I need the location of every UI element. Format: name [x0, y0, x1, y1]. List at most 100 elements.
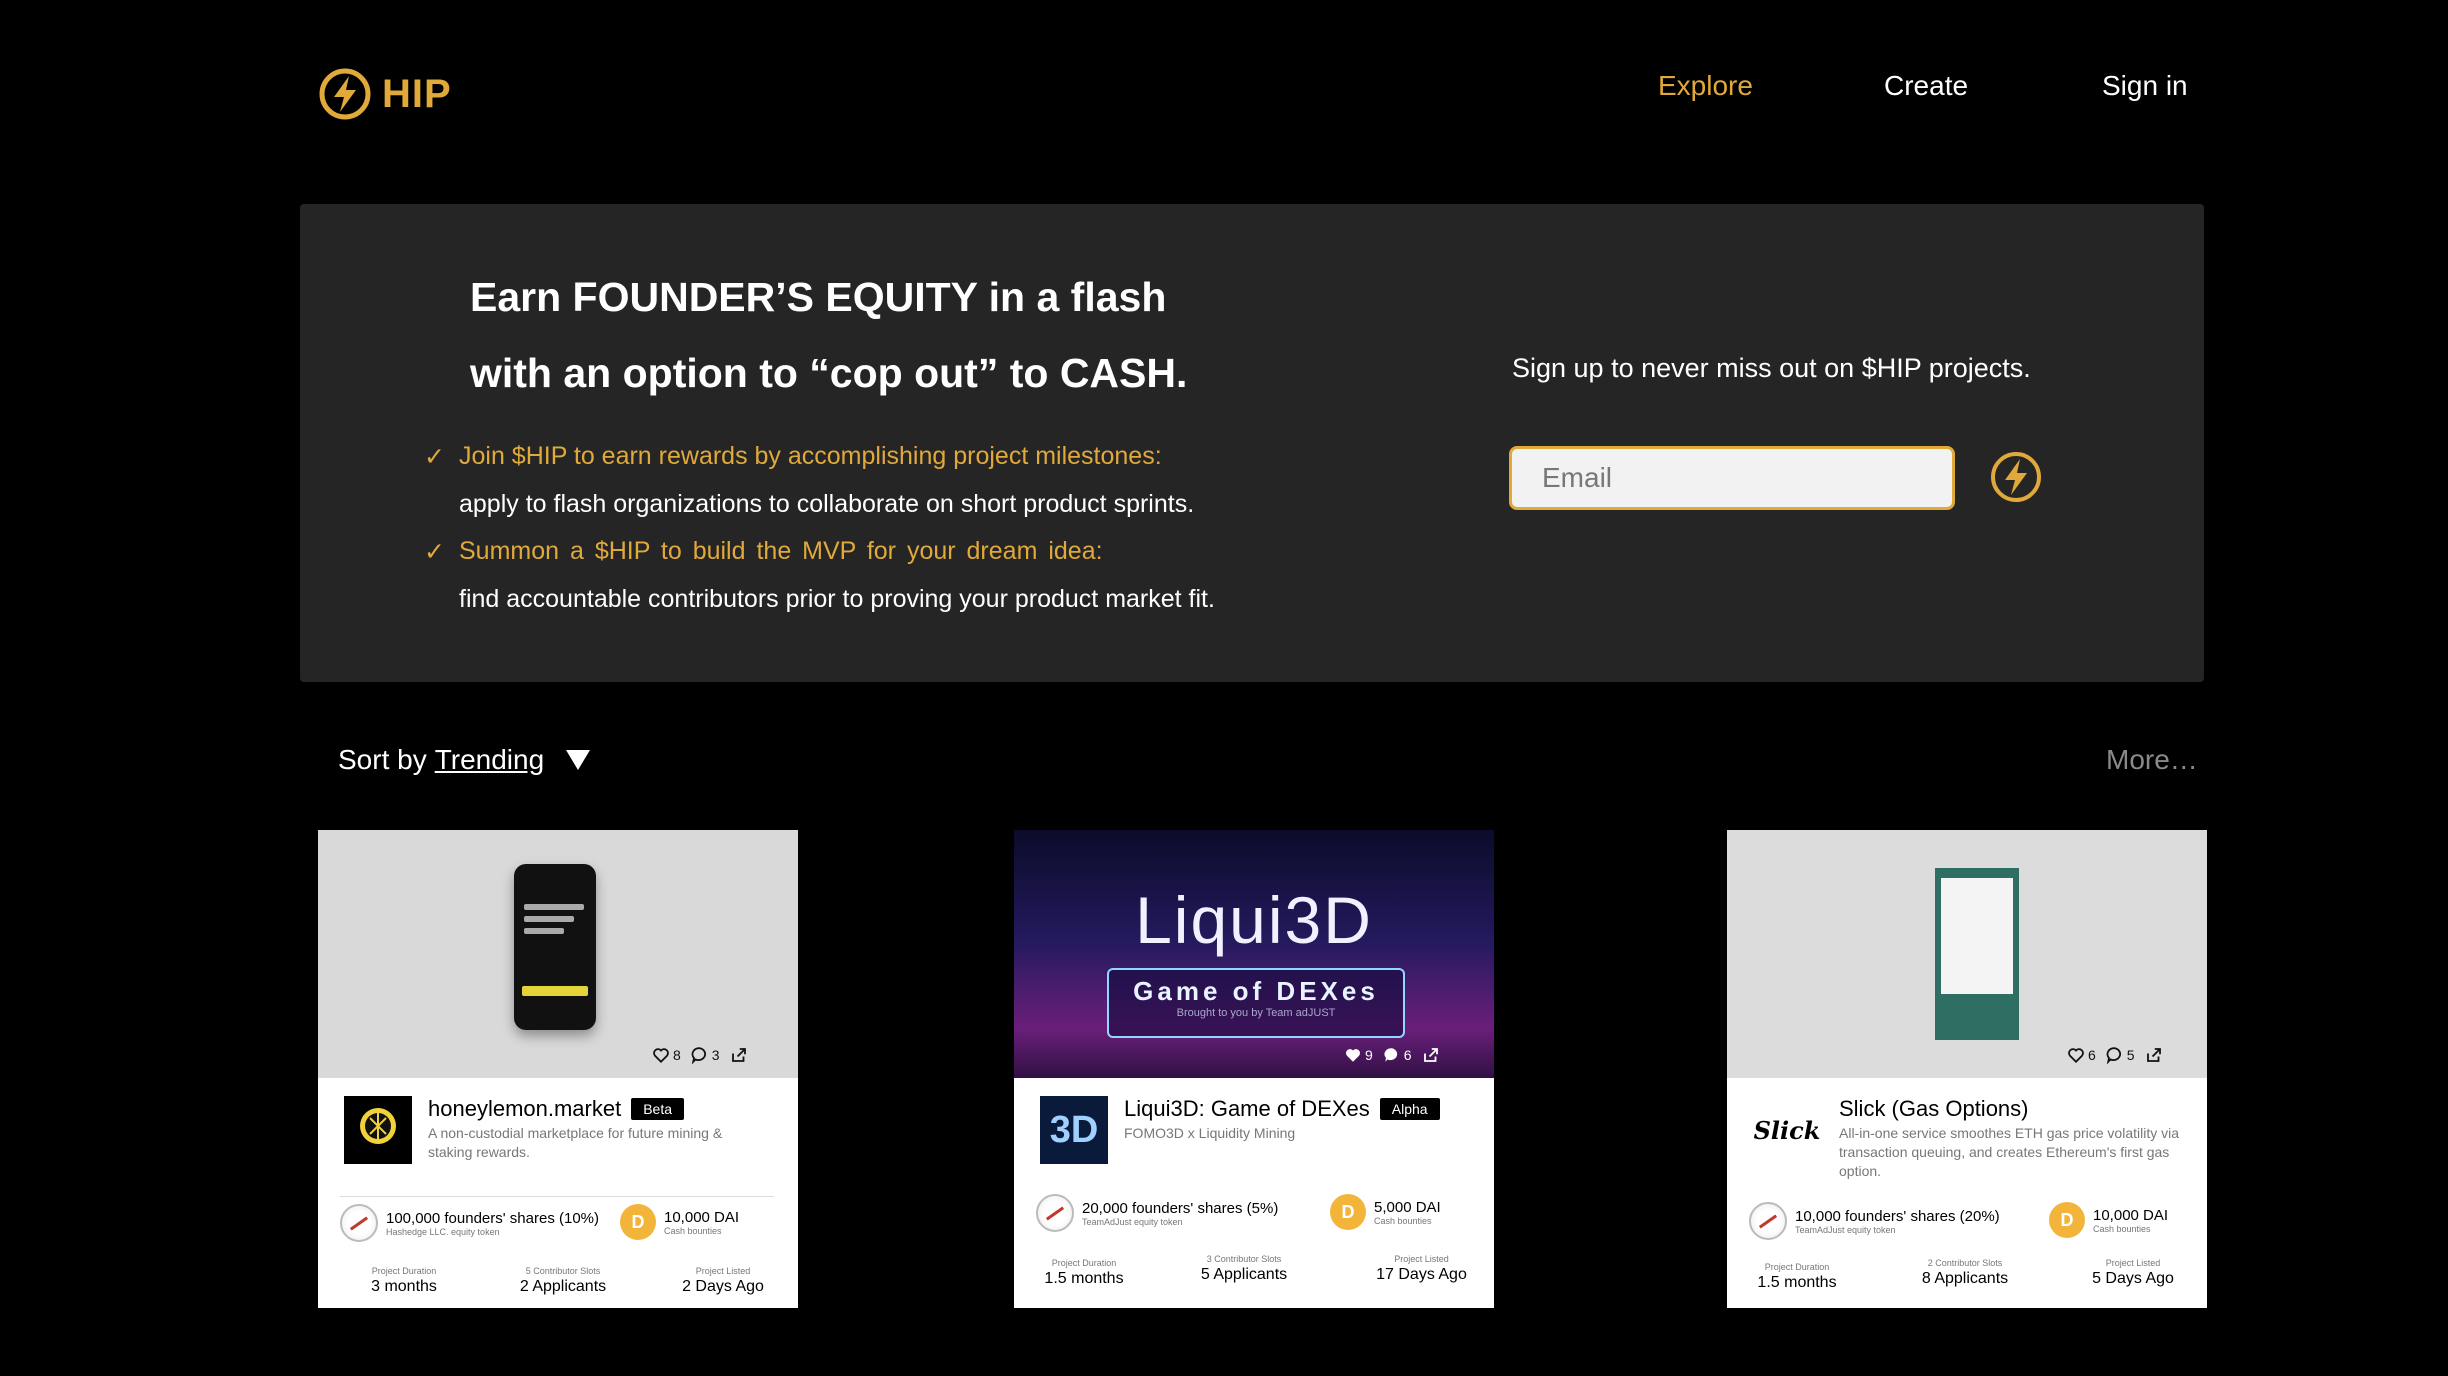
comment-count: 5 [2126, 1047, 2135, 1063]
project-description: FOMO3D x Liquidity Mining [1124, 1125, 1296, 1141]
nav-create[interactable]: Create [1884, 70, 1968, 102]
bullet-desc-summon: find accountable contributors prior to p… [459, 585, 1215, 613]
project-card[interactable]: 6 5 Slick Slick (Gas Options) All-in-one… [1727, 830, 2207, 1308]
comment-button[interactable]: 3 [691, 1046, 720, 1064]
project-avatar: 3D [1040, 1096, 1108, 1164]
share-button[interactable] [1422, 1046, 1440, 1064]
comment-button[interactable]: 5 [2106, 1046, 2135, 1064]
equity-reward: 100,000 founders' shares (10%) Hashedge … [340, 1204, 599, 1242]
slots-label: 5 Contributor Slots [525, 1266, 601, 1276]
shares-sub: TeamAdJust equity token [1082, 1216, 1183, 1227]
cash-sub: Cash bounties [664, 1225, 722, 1236]
project-avatar: Slick [1753, 1096, 1821, 1164]
nav-sign-in[interactable]: Sign in [2102, 70, 2188, 102]
share-button[interactable] [730, 1046, 748, 1064]
project-listed: Project Listed 5 Days Ago [2067, 1258, 2199, 1288]
share-button[interactable] [2145, 1046, 2163, 1064]
equity-coin-icon [1749, 1202, 1787, 1240]
cash-reward: D 5,000 DAI Cash bounties [1330, 1194, 1441, 1230]
listed-value: 5 Days Ago [2092, 1270, 2174, 1287]
stage-badge: Beta [631, 1098, 685, 1120]
comment-count: 6 [1403, 1047, 1412, 1063]
dai-coin-icon: D [2049, 1202, 2085, 1238]
bullet-title-join: Join $HIP to earn rewards by accomplishi… [459, 442, 1162, 470]
cash-value: 10,000 DAI [2093, 1206, 2169, 1224]
slots-value: 2 Applicants [519, 1278, 607, 1295]
comment-icon [2106, 1047, 2121, 1064]
thumbnail-title: Liqui3D [1135, 883, 1373, 957]
project-thumbnail [318, 830, 798, 1078]
email-field[interactable] [1509, 446, 1955, 510]
dai-coin-icon: D [1330, 1194, 1366, 1230]
project-thumbnail [1727, 830, 2207, 1078]
lightning-submit-icon[interactable] [1988, 449, 2044, 505]
cash-value: 10,000 DAI [664, 1208, 740, 1226]
project-description: All-in-one service smoothes ETH gas pric… [1839, 1125, 2180, 1179]
cash-sub: Cash bounties [1374, 1215, 1432, 1226]
comment-button[interactable]: 6 [1383, 1046, 1412, 1064]
project-description: A non-custodial marketplace for future m… [428, 1125, 723, 1160]
project-card[interactable]: 8 3 honeylemon.market Beta A non-custodi… [318, 830, 798, 1308]
card-title[interactable]: Liqui3D: Game of DEXes Alpha [1124, 1096, 1440, 1122]
comment-icon [1384, 1048, 1397, 1062]
duration-value: 1.5 months [1757, 1274, 1837, 1291]
contributor-slots: 5 Contributor Slots 2 Applicants [493, 1266, 633, 1296]
thumbnail-credit: Brought to you by Team adJUST [1176, 1007, 1336, 1019]
share-icon [2146, 1048, 2161, 1062]
nav-explore[interactable]: Explore [1658, 70, 1753, 102]
project-card[interactable]: Liqui3D Game of DEXes Brought to you by … [1014, 830, 1494, 1308]
hero-headline-line1: Earn FOUNDER’S EQUITY in a flash [470, 274, 1167, 320]
shares-sub: TeamAdJust equity token [1795, 1224, 1896, 1235]
check-icon: ✓ [424, 538, 445, 566]
listed-label: Project Listed [1394, 1254, 1449, 1264]
project-name[interactable]: Liqui3D: Game of DEXes [1124, 1096, 1370, 1122]
check-icon: ✓ [424, 443, 445, 471]
listed-value: 2 Days Ago [682, 1278, 764, 1295]
like-button[interactable]: 6 [2067, 1046, 2096, 1064]
cash-reward: D 10,000 DAI Cash bounties [620, 1204, 739, 1240]
comment-count: 3 [711, 1047, 720, 1063]
signup-prompt: Sign up to never miss out on $HIP projec… [1512, 353, 2031, 383]
like-button[interactable]: 8 [652, 1046, 681, 1064]
contributor-slots: 2 Contributor Slots 8 Applicants [1895, 1258, 2035, 1288]
contributor-slots: 3 Contributor Slots 5 Applicants [1174, 1254, 1314, 1284]
bullet-title-summon: Summon a $HIP to build the MVP for your … [459, 537, 1103, 565]
duration-value: 1.5 months [1044, 1270, 1124, 1287]
divider [340, 1196, 774, 1197]
sort-prefix: Sort by [338, 744, 427, 775]
card-title[interactable]: Slick (Gas Options) [1839, 1096, 2029, 1122]
slots-label: 3 Contributor Slots [1206, 1254, 1282, 1264]
sort-value[interactable]: Trending [435, 744, 544, 776]
card-title[interactable]: honeylemon.market Beta [428, 1096, 685, 1122]
more-link[interactable]: More… [2106, 744, 2198, 776]
hero-headline-line2: with an option to “cop out” to CASH. [470, 350, 1188, 396]
project-duration: Project Duration 1.5 months [1737, 1262, 1857, 1292]
thumbnail-banner: Game of DEXes Brought to you by Team adJ… [1107, 968, 1405, 1038]
listed-label: Project Listed [695, 1266, 751, 1276]
project-name[interactable]: honeylemon.market [428, 1096, 621, 1122]
duration-value: 3 months [371, 1278, 437, 1295]
lightning-bolt-icon [319, 68, 371, 120]
equity-reward: 10,000 founders' shares (20%) TeamAdJust… [1749, 1202, 2000, 1240]
duration-label: Project Duration [1051, 1258, 1117, 1268]
shares-value: 10,000 founders' shares (20%) [1795, 1207, 2000, 1225]
like-count: 9 [1365, 1047, 1373, 1063]
shares-value: 20,000 founders' shares (5%) [1082, 1199, 1279, 1217]
project-thumbnail: Liqui3D Game of DEXes Brought to you by … [1014, 830, 1494, 1078]
project-duration: Project Duration 1.5 months [1024, 1258, 1144, 1288]
card-stats: 8 3 [652, 1046, 748, 1064]
like-button[interactable]: 9 [1344, 1046, 1373, 1064]
dai-coin-icon: D [620, 1204, 656, 1240]
comment-icon [691, 1047, 706, 1064]
honeylemon-logo-icon [360, 1108, 396, 1144]
logo[interactable]: HIP [318, 66, 452, 122]
sort-control[interactable]: Sort by Trending [338, 744, 591, 776]
project-name[interactable]: Slick (Gas Options) [1839, 1096, 2029, 1122]
cash-sub: Cash bounties [2093, 1223, 2151, 1234]
like-count: 8 [673, 1047, 681, 1063]
card-stats: 6 5 [2067, 1046, 2163, 1064]
project-listed: Project Listed 2 Days Ago [658, 1266, 788, 1296]
logo-text: HIP [382, 71, 452, 116]
slots-value: 5 Applicants [1200, 1266, 1288, 1283]
caret-down-icon[interactable] [566, 750, 591, 770]
